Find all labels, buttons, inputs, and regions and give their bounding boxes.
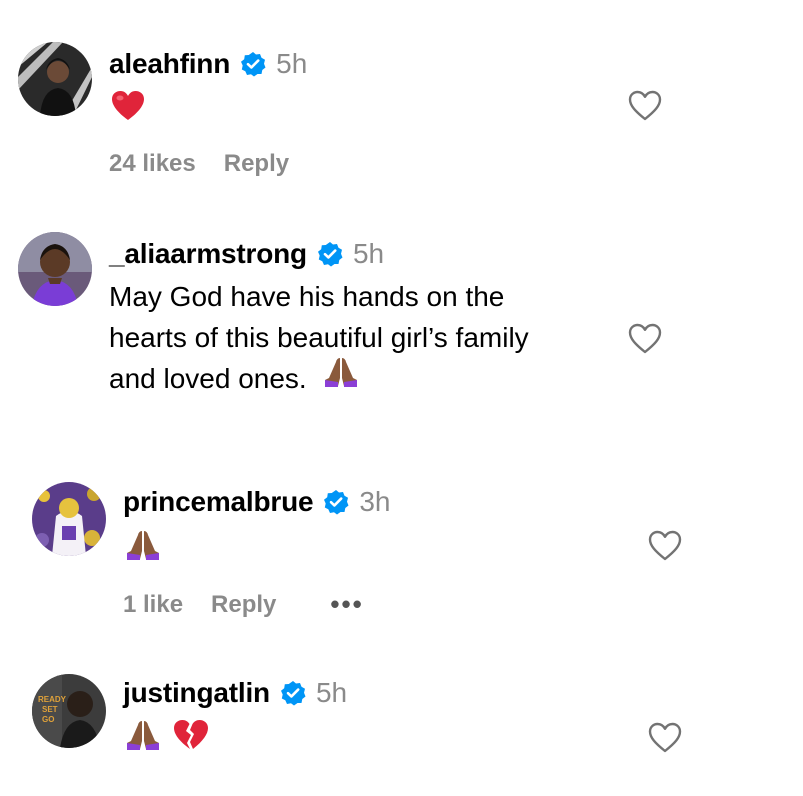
comment-line-last: and loved ones. [109, 358, 529, 399]
verified-badge-icon [317, 241, 343, 267]
avatar[interactable]: READY SET GO [32, 674, 106, 748]
avatar-text: GO [42, 715, 54, 724]
timestamp: 5h [276, 48, 308, 79]
comment-text [111, 89, 145, 133]
red-heart-icon [111, 90, 145, 133]
like-heart-icon[interactable] [647, 720, 683, 756]
username[interactable]: justingatlin [123, 677, 270, 709]
avatar-text: READY [38, 695, 67, 704]
verified-badge-icon [280, 680, 306, 706]
comment-text: May God have his hands on the hearts of … [109, 276, 529, 399]
like-heart-icon[interactable] [627, 88, 663, 124]
comment-line: May God have his hands on the [109, 281, 505, 312]
avatar[interactable] [18, 232, 92, 306]
comment-text [125, 528, 161, 572]
avatar[interactable] [32, 482, 106, 556]
comment-line: hearts of this beautiful girl’s family [109, 322, 529, 353]
verified-badge-icon [240, 51, 266, 77]
folded-hands-icon [125, 719, 161, 762]
username[interactable]: _aliaarmstrong [109, 238, 307, 270]
likes-count[interactable]: 24 likes [109, 150, 196, 178]
folded-hands-icon [125, 529, 161, 572]
username[interactable]: princemalbrue [123, 486, 314, 518]
comment-text [125, 718, 209, 762]
avatar[interactable] [18, 42, 92, 116]
likes-count[interactable]: 1 like [123, 591, 183, 619]
timestamp: 3h [359, 486, 391, 517]
like-heart-icon[interactable] [627, 321, 663, 357]
avatar-text: SET [42, 705, 58, 714]
folded-hands-icon [323, 356, 359, 399]
comment-aleahfinn: aleahfinn 5h 24 likes Reply [0, 0, 803, 200]
broken-heart-icon [173, 719, 209, 762]
more-options-icon[interactable]: ••• [330, 589, 363, 620]
like-heart-icon[interactable] [647, 528, 683, 564]
username[interactable]: aleahfinn [109, 48, 230, 80]
reply-button[interactable]: Reply [211, 591, 276, 619]
timestamp: 5h [315, 677, 348, 708]
verified-badge-icon [323, 489, 349, 515]
timestamp: 5h [352, 238, 385, 269]
reply-button[interactable]: Reply [224, 150, 289, 178]
comment-line: and loved ones. [109, 363, 307, 394]
